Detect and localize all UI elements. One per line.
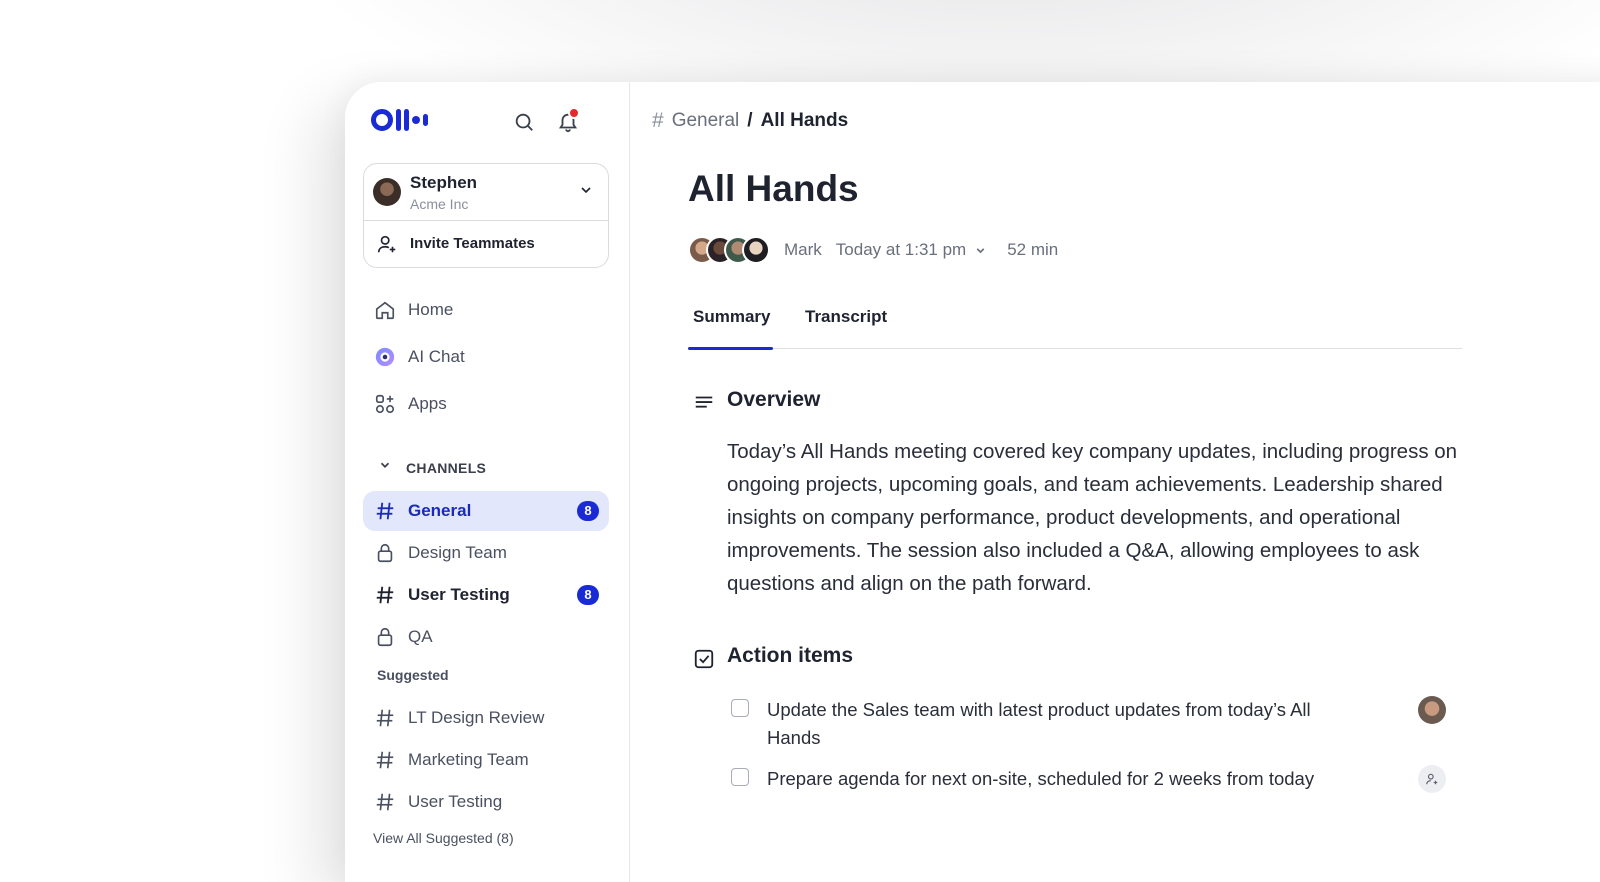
nav-ai-chat-label: AI Chat xyxy=(408,347,465,366)
action-item-checkbox[interactable] xyxy=(731,768,749,786)
unread-badge: 8 xyxy=(577,585,599,605)
meeting-datetime[interactable]: Today at 1:31 pm xyxy=(836,240,966,260)
action-items-heading: Action items xyxy=(727,644,854,667)
suggested-user-testing[interactable]: User Testing xyxy=(363,782,609,822)
assign-user-button[interactable] xyxy=(1418,765,1446,793)
channel-label: Design Team xyxy=(408,543,507,562)
chevron-down-icon xyxy=(378,458,392,477)
ai-chat-icon xyxy=(374,346,396,368)
channel-qa[interactable]: QA xyxy=(363,617,609,657)
channels-section-toggle[interactable]: CHANNELS xyxy=(378,458,486,477)
unread-badge: 8 xyxy=(577,501,599,521)
tab-summary[interactable]: Summary xyxy=(693,307,770,327)
suggested-header: Suggested xyxy=(377,667,449,683)
account-card: Stephen Acme Inc Invite Teammates xyxy=(363,163,609,268)
hash-icon xyxy=(374,584,396,606)
hash-icon: # xyxy=(652,109,664,132)
channel-label: QA xyxy=(408,627,433,646)
suggested-lt-design-review[interactable]: LT Design Review xyxy=(363,698,609,738)
breadcrumb-separator: / xyxy=(747,110,753,131)
notification-dot xyxy=(568,107,580,119)
sidebar: Stephen Acme Inc Invite Teammates Home A… xyxy=(345,82,630,882)
tab-bar: Summary Transcript xyxy=(688,292,1462,350)
avatar[interactable] xyxy=(742,236,770,264)
channel-user-testing[interactable]: User Testing 8 xyxy=(363,575,609,615)
lock-icon xyxy=(374,542,396,564)
bell-icon[interactable] xyxy=(555,107,581,135)
page-title: All Hands xyxy=(688,168,859,209)
channels-header: CHANNELS xyxy=(406,459,487,476)
tab-transcript[interactable]: Transcript xyxy=(805,307,887,327)
channel-label: LT Design Review xyxy=(408,708,545,727)
overview-text: Today’s All Hands meeting covered key co… xyxy=(727,440,1458,595)
breadcrumb-current: All Hands xyxy=(760,110,849,131)
home-icon xyxy=(374,299,396,321)
action-item-checkbox[interactable] xyxy=(731,699,749,717)
app-window: Stephen Acme Inc Invite Teammates Home A… xyxy=(345,82,1600,882)
channel-design-team[interactable]: Design Team xyxy=(363,533,609,573)
apps-icon xyxy=(374,393,396,415)
account-name: Stephen xyxy=(410,173,478,192)
search-icon[interactable] xyxy=(511,109,537,135)
add-user-icon xyxy=(376,233,398,260)
hash-icon xyxy=(374,707,396,729)
nav-apps[interactable]: Apps xyxy=(363,384,609,424)
lock-icon xyxy=(374,626,396,648)
overview-heading: Overview xyxy=(727,388,821,411)
invite-teammates-label: Invite Teammates xyxy=(410,235,535,252)
hash-icon xyxy=(374,749,396,771)
main-content: # General / All Hands All Hands Mark Tod… xyxy=(630,82,1600,882)
action-item-text: Update the Sales team with latest produc… xyxy=(767,699,1311,748)
channel-general[interactable]: General 8 xyxy=(363,491,609,531)
channel-label: Marketing Team xyxy=(408,750,529,769)
channel-label: User Testing xyxy=(408,792,503,811)
meeting-host: Mark xyxy=(784,240,822,259)
assignee-avatar[interactable] xyxy=(1418,696,1446,724)
view-all-suggested-link[interactable]: View All Suggested (8) xyxy=(373,830,514,846)
chevron-down-icon[interactable] xyxy=(974,244,987,257)
add-user-icon xyxy=(1426,773,1438,785)
breadcrumb: # General / All Hands xyxy=(652,109,848,133)
nav-home-label: Home xyxy=(408,300,454,319)
hash-icon xyxy=(374,791,396,813)
active-tab-indicator xyxy=(688,347,773,350)
channel-label: General xyxy=(408,501,472,520)
action-item-text: Prepare agenda for next on-site, schedul… xyxy=(767,768,1315,789)
account-switcher[interactable]: Stephen Acme Inc xyxy=(364,164,608,221)
hash-icon xyxy=(374,500,396,522)
invite-teammates-button[interactable]: Invite Teammates xyxy=(364,220,608,268)
breadcrumb-parent-link[interactable]: General xyxy=(672,110,740,132)
suggested-marketing-team[interactable]: Marketing Team xyxy=(363,740,609,780)
avatar xyxy=(373,178,401,206)
meeting-meta: Mark Today at 1:31 pm 52 min xyxy=(688,234,1058,266)
chevron-down-icon xyxy=(578,182,594,203)
nav-home[interactable]: Home xyxy=(363,290,609,330)
otter-logo[interactable] xyxy=(371,109,428,131)
nav-apps-label: Apps xyxy=(408,394,447,413)
text-lines-icon xyxy=(693,392,715,414)
nav-ai-chat[interactable]: AI Chat xyxy=(363,337,609,377)
meeting-duration: 52 min xyxy=(1007,240,1059,259)
checkbox-checked-icon xyxy=(693,648,715,670)
account-org: Acme Inc xyxy=(410,196,469,212)
channel-label: User Testing xyxy=(408,585,510,604)
